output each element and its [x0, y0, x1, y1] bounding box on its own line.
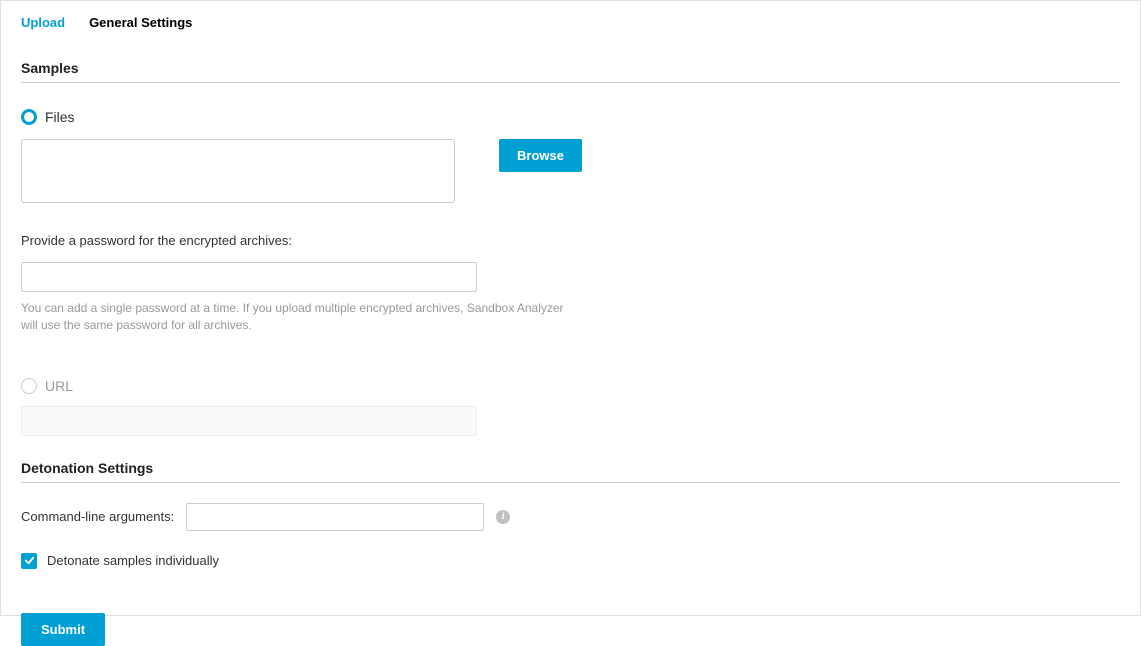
url-input [21, 406, 477, 436]
file-dropzone[interactable] [21, 139, 455, 203]
cmd-args-row: Command-line arguments: i [21, 503, 1120, 531]
section-samples-header: Samples [21, 60, 1120, 83]
upload-panel: Upload General Settings Samples Files Br… [0, 0, 1141, 616]
section-detonation-header: Detonation Settings [21, 460, 1120, 483]
radio-url-label: URL [45, 378, 73, 394]
content-area: Samples Files Browse Provide a password … [1, 60, 1140, 646]
password-input[interactable] [21, 262, 477, 292]
submit-row: Submit [21, 613, 1120, 646]
cmd-args-input[interactable] [186, 503, 484, 531]
detonate-individually-row: Detonate samples individually [21, 553, 1120, 569]
browse-button[interactable]: Browse [499, 139, 582, 172]
detonate-individually-checkbox[interactable] [21, 553, 37, 569]
tab-upload[interactable]: Upload [21, 15, 65, 32]
url-section: URL [21, 378, 1120, 436]
radio-files-row: Files [21, 109, 1120, 125]
tab-general-settings[interactable]: General Settings [89, 15, 192, 32]
password-label: Provide a password for the encrypted arc… [21, 233, 1120, 248]
radio-url[interactable] [21, 378, 37, 394]
check-icon [24, 555, 35, 566]
files-upload-row: Browse [21, 139, 1120, 203]
submit-button[interactable]: Submit [21, 613, 105, 646]
detonate-individually-label: Detonate samples individually [47, 553, 219, 568]
tabs-bar: Upload General Settings [1, 1, 1140, 32]
cmd-args-label: Command-line arguments: [21, 509, 174, 524]
radio-files[interactable] [21, 109, 37, 125]
radio-files-label: Files [45, 109, 75, 125]
info-icon[interactable]: i [496, 510, 510, 524]
password-hint: You can add a single password at a time.… [21, 300, 581, 334]
